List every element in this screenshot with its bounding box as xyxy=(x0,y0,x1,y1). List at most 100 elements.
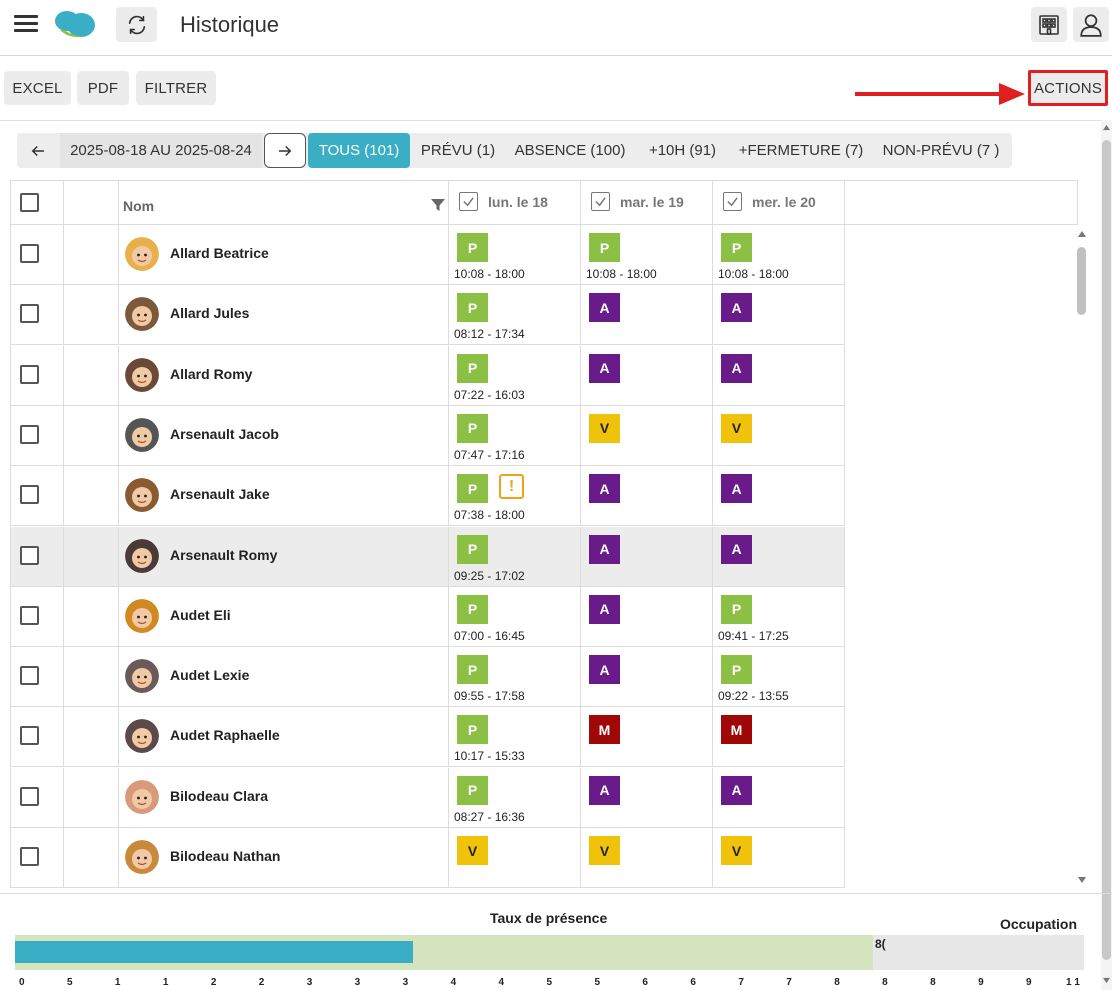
attendance-badge[interactable]: A xyxy=(721,775,752,805)
attendance-badge[interactable]: P xyxy=(721,233,752,262)
row-checkbox[interactable] xyxy=(20,666,39,686)
row-checkbox[interactable] xyxy=(20,485,39,505)
attendance-badge[interactable]: P xyxy=(457,293,488,323)
child-name[interactable]: Audet Raphaelle xyxy=(170,727,280,743)
attendance-badge[interactable]: M xyxy=(721,715,752,745)
previous-week-button[interactable] xyxy=(17,133,59,168)
attendance-badge[interactable]: A xyxy=(589,293,620,323)
filter-icon[interactable] xyxy=(430,197,446,213)
table-row[interactable]: Allard Jules P 08:12 - 17:34 A A xyxy=(10,285,845,346)
grid-scroll-thumb[interactable] xyxy=(1077,247,1086,315)
scroll-down-icon[interactable] xyxy=(1077,876,1087,884)
tab-tous[interactable]: TOUS (101) xyxy=(308,133,410,168)
table-row[interactable]: Audet Lexie P 09:55 - 17:58 A P 09:22 - 13:55 xyxy=(10,647,845,708)
attendance-badge[interactable]: P xyxy=(457,534,488,564)
page-scrollbar[interactable] xyxy=(1101,120,1112,990)
row-checkbox[interactable] xyxy=(20,364,39,384)
excel-button[interactable]: EXCEL xyxy=(4,71,71,105)
select-all-checkbox[interactable] xyxy=(20,193,39,212)
child-name[interactable]: Arsenault Jake xyxy=(170,486,270,502)
attendance-badge[interactable]: P xyxy=(457,474,488,504)
attendance-badge[interactable]: P xyxy=(457,775,488,805)
attendance-badge[interactable]: P xyxy=(457,594,488,624)
attendance-badge[interactable]: V xyxy=(589,836,620,865)
row-checkbox[interactable] xyxy=(20,304,39,324)
table-row[interactable]: Allard Romy P 07:22 - 16:03 A A xyxy=(10,345,845,406)
actions-button[interactable]: ACTIONS xyxy=(1028,70,1108,106)
attendance-badge[interactable]: V xyxy=(457,836,488,865)
building-button[interactable] xyxy=(1031,7,1067,42)
scroll-up-icon[interactable] xyxy=(1077,230,1087,238)
attendance-badge[interactable]: A xyxy=(589,534,620,564)
child-name[interactable]: Arsenault Jacob xyxy=(170,426,279,442)
menu-icon[interactable] xyxy=(14,15,38,37)
child-name[interactable]: Bilodeau Clara xyxy=(170,788,268,804)
attendance-badge[interactable]: P xyxy=(721,594,752,624)
name-column-header[interactable]: Nom xyxy=(119,180,449,225)
child-name[interactable]: Bilodeau Nathan xyxy=(170,848,280,864)
table-row[interactable]: Audet Raphaelle P 10:17 - 15:33 M M xyxy=(10,707,845,768)
attendance-badge[interactable]: P xyxy=(457,413,488,443)
day-select-checkbox[interactable] xyxy=(591,192,610,211)
attendance-badge[interactable]: A xyxy=(589,655,620,685)
attendance-badge[interactable]: A xyxy=(721,353,752,383)
child-name[interactable]: Arsenault Romy xyxy=(170,547,277,563)
attendance-badge[interactable]: P xyxy=(457,353,488,383)
table-row[interactable]: Arsenault Romy P 09:25 - 17:02 A A xyxy=(10,526,845,587)
warning-icon[interactable]: ! xyxy=(499,474,524,500)
attendance-badge[interactable]: M xyxy=(589,715,620,745)
row-checkbox[interactable] xyxy=(20,786,39,806)
tab-plus-10h[interactable]: +10H (91) xyxy=(636,133,729,168)
attendance-badge[interactable]: A xyxy=(589,474,620,504)
attendance-badge[interactable]: A xyxy=(589,353,620,383)
row-checkbox[interactable] xyxy=(20,605,39,625)
attendance-badge[interactable]: V xyxy=(589,413,620,443)
day-select-checkbox[interactable] xyxy=(459,192,478,211)
next-week-button[interactable] xyxy=(264,133,306,168)
child-name[interactable]: Allard Romy xyxy=(170,366,252,382)
tab-prevu[interactable]: PRÉVU (1) xyxy=(412,133,504,168)
table-row[interactable]: Arsenault Jacob P 07:47 - 17:16 V V xyxy=(10,405,845,466)
page-scroll-down-icon[interactable] xyxy=(1102,977,1111,984)
row-checkbox[interactable] xyxy=(20,847,39,866)
attendance-badge[interactable]: V xyxy=(721,413,752,443)
name-cell xyxy=(119,345,449,406)
filter-button[interactable]: FILTRER xyxy=(136,71,216,105)
row-checkbox[interactable] xyxy=(20,726,39,746)
attendance-badge[interactable]: A xyxy=(721,474,752,504)
tab-absence[interactable]: ABSENCE (100) xyxy=(506,133,634,168)
child-name[interactable]: Allard Jules xyxy=(170,305,249,321)
row-checkbox[interactable] xyxy=(20,545,39,565)
child-name[interactable]: Audet Eli xyxy=(170,607,231,623)
attendance-badge[interactable]: A xyxy=(721,534,752,564)
table-row[interactable]: Audet Eli P 07:00 - 16:45 A P 09:41 - 17:25 xyxy=(10,586,845,647)
attendance-badge[interactable]: V xyxy=(721,836,752,865)
table-row[interactable]: Bilodeau Nathan V V V xyxy=(10,828,845,888)
row-checkbox[interactable] xyxy=(20,424,39,444)
attendance-badge[interactable]: P xyxy=(457,233,488,262)
attendance-badge[interactable]: P xyxy=(457,715,488,745)
attendance-badge[interactable]: P xyxy=(721,655,752,685)
grid-scrollbar[interactable] xyxy=(1074,230,1090,888)
child-name[interactable]: Allard Beatrice xyxy=(170,245,269,261)
table-row[interactable]: Arsenault Jake P! 07:38 - 18:00 A A xyxy=(10,466,845,527)
row-checkbox[interactable] xyxy=(20,244,39,263)
pdf-button[interactable]: PDF xyxy=(77,71,129,105)
attendance-badge[interactable]: A xyxy=(589,594,620,624)
attendance-badge[interactable]: P xyxy=(457,655,488,685)
refresh-button[interactable] xyxy=(116,7,157,42)
child-name[interactable]: Audet Lexie xyxy=(170,667,249,683)
tab-fermeture[interactable]: +FERMETURE (7) xyxy=(731,133,871,168)
table-row[interactable]: Allard Beatrice P 10:08 - 18:00 P 10:08 - 18… xyxy=(10,225,845,285)
day-select-checkbox[interactable] xyxy=(723,192,742,211)
attendance-badge[interactable]: P xyxy=(589,233,620,262)
axis-tick-label: 2 xyxy=(258,977,265,988)
page-scroll-thumb[interactable] xyxy=(1102,140,1111,960)
date-range[interactable]: 2025-08-18 AU 2025-08-24 xyxy=(60,133,262,168)
table-row[interactable]: Bilodeau Clara P 08:27 - 16:36 A A xyxy=(10,767,845,828)
user-button[interactable] xyxy=(1073,7,1109,42)
attendance-badge[interactable]: A xyxy=(589,775,620,805)
tab-non-prevu[interactable]: NON-PRÉVU (7 ) xyxy=(873,133,1009,168)
attendance-badge[interactable]: A xyxy=(721,293,752,323)
page-scroll-up-icon[interactable] xyxy=(1102,124,1111,131)
